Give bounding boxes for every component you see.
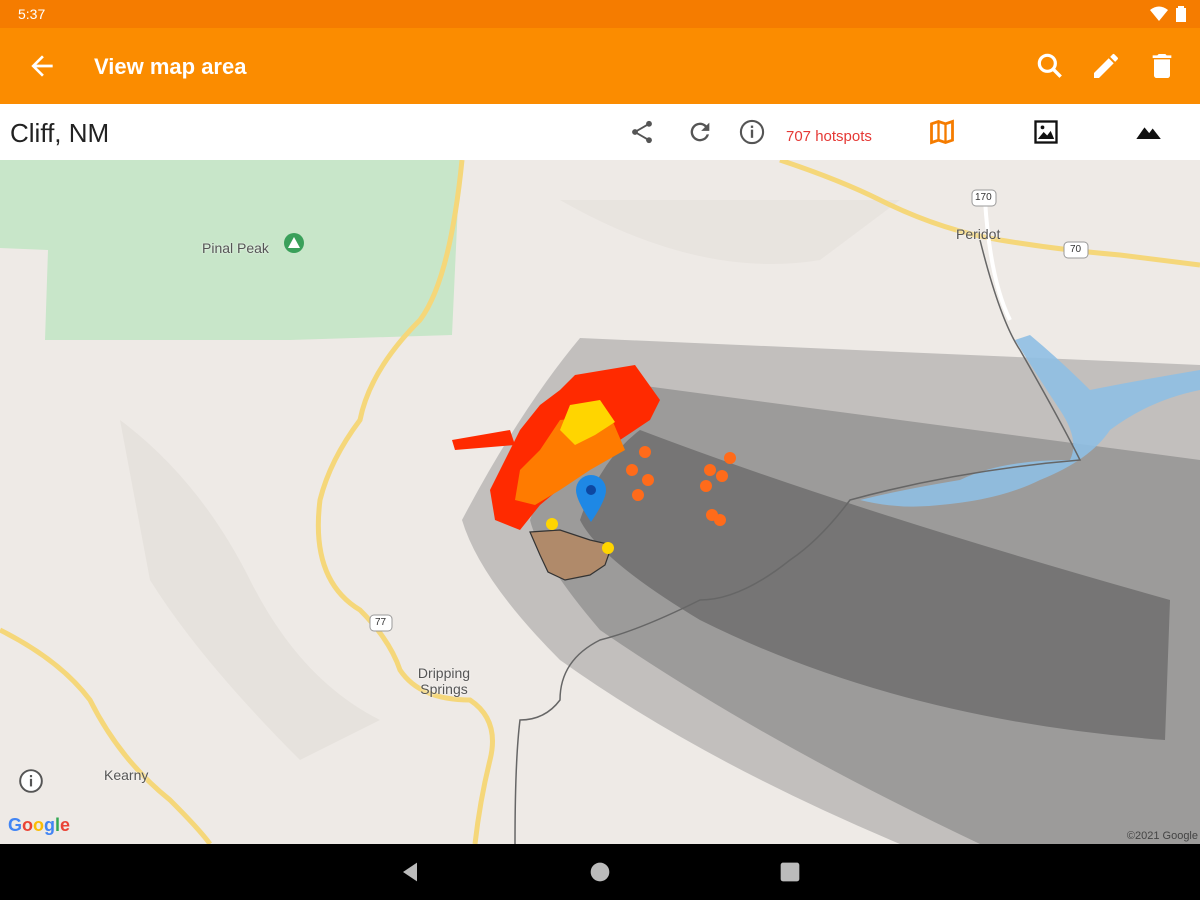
refresh-icon[interactable] — [686, 118, 714, 146]
hotspot — [724, 452, 736, 464]
navigation-bar — [0, 844, 1200, 900]
hotspot — [714, 514, 726, 526]
map-label-town: Dripping Springs — [417, 665, 471, 697]
map-canvas[interactable] — [0, 160, 1200, 844]
marker-dot — [586, 485, 596, 495]
edit-icon[interactable] — [1090, 50, 1122, 82]
battery-icon — [1176, 6, 1186, 22]
route-shield-label: 77 — [375, 617, 387, 628]
terrain-shade-2 — [560, 200, 900, 264]
location-toolbar: Cliff, NM 707 hotspots — [0, 104, 1200, 161]
delete-icon[interactable] — [1146, 50, 1178, 82]
location-name: Cliff, NM — [10, 118, 110, 148]
status-time: 5:37 — [18, 6, 46, 22]
home-nav-icon[interactable] — [586, 858, 614, 886]
hotspot — [626, 464, 638, 476]
hotspot — [546, 518, 558, 530]
back-nav-icon[interactable] — [396, 858, 424, 886]
back-arrow-icon[interactable] — [26, 50, 58, 82]
hotspot — [704, 464, 716, 476]
hotspot-count: 707 hotspots — [786, 128, 872, 145]
route-shield-label: 170 — [975, 192, 992, 203]
hotspot — [716, 470, 728, 482]
info-icon[interactable] — [738, 118, 766, 146]
road-southwest — [0, 627, 213, 844]
map-label-town: Kearny — [104, 767, 149, 783]
route-shield-label: 70 — [1070, 244, 1082, 255]
share-icon[interactable] — [628, 118, 656, 146]
system-icons — [1150, 6, 1186, 22]
app-bar: View map area — [0, 28, 1200, 104]
hotspot — [632, 489, 644, 501]
terrain-layer-icon[interactable] — [1134, 118, 1162, 146]
map-layer-icon[interactable] — [928, 118, 956, 146]
terrain-shade — [120, 420, 380, 760]
map-label-peak: Pinal Peak — [202, 240, 269, 256]
hotspot — [642, 474, 654, 486]
hotspot — [602, 542, 614, 554]
map-view[interactable]: Pinal Peak Peridot Dripping Springs Kear… — [0, 160, 1200, 844]
map-label-town: Peridot — [956, 226, 1001, 242]
search-icon[interactable] — [1034, 50, 1066, 82]
satellite-layer-icon[interactable] — [1032, 118, 1060, 146]
map-info-icon[interactable] — [18, 768, 44, 794]
map-copyright: ©2021 Google — [1126, 830, 1198, 842]
page-title: View map area — [94, 54, 247, 79]
recents-nav-icon[interactable] — [776, 858, 804, 886]
wifi-icon — [1150, 6, 1168, 21]
hotspot — [639, 446, 651, 458]
google-logo: Google — [8, 815, 71, 835]
status-bar: 5:37 — [0, 0, 1200, 28]
hotspot — [700, 480, 712, 492]
